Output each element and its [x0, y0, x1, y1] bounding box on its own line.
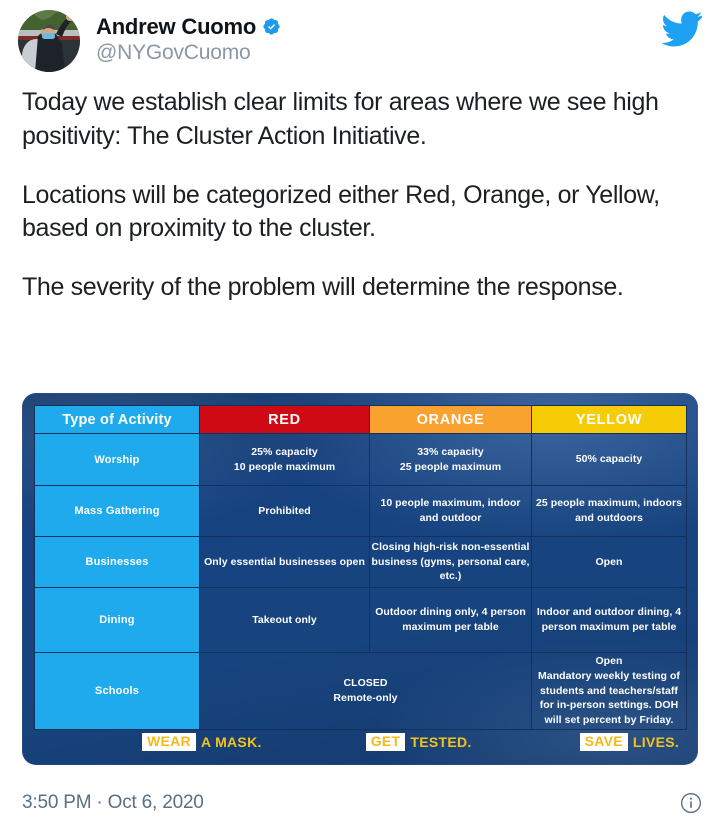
tweet-header: Andrew Cuomo @NYGovCuomo — [0, 0, 720, 80]
slogan-get-tested: GET TESTED. — [365, 732, 472, 752]
table-row: Schools CLOSED Remote-only Open Mandatory … — [34, 652, 687, 730]
cell-schools-red-orange-merged: CLOSED Remote-only — [199, 652, 532, 730]
row-label-dining: Dining — [34, 587, 200, 653]
table-row: Worship 25% capacity 10 people maximum 33… — [34, 433, 687, 486]
cell-dining-red: Takeout only — [199, 587, 370, 653]
slogan-save-lives: SAVE LIVES. — [579, 732, 680, 752]
slogan-rest-a-mask: A MASK. — [200, 733, 262, 750]
cell-dining-yellow: Indoor and outdoor dining, 4 person maxi… — [531, 587, 687, 653]
row-label-worship: Worship — [34, 433, 200, 486]
cell-businesses-red: Only essential businesses open — [199, 536, 370, 588]
display-name[interactable]: Andrew Cuomo — [96, 14, 256, 40]
cell-worship-red: 25% capacity 10 people maximum — [199, 433, 370, 486]
tweet-card: Andrew Cuomo @NYGovCuomo Today we establ… — [0, 0, 720, 826]
tweet-paragraph-1: Today we establish clear limits for area… — [22, 88, 659, 150]
tweet-footer: 3:50 PM · Oct 6, 2020 — [0, 780, 720, 826]
column-header-yellow: YELLOW — [531, 405, 687, 434]
table-header-row: Type of Activity RED ORANGE YELLOW — [34, 405, 687, 434]
cell-mass-gathering-yellow: 25 people maximum, indoors and outdoors — [531, 485, 687, 537]
column-header-orange: ORANGE — [369, 405, 532, 434]
cell-dining-orange: Outdoor dining only, 4 person maximum pe… — [369, 587, 532, 653]
slogan-rest-tested: TESTED. — [410, 733, 472, 750]
cell-businesses-orange: Closing high-risk non-essential business… — [369, 536, 532, 588]
slogan-rest-lives: LIVES. — [632, 733, 680, 750]
tweet-timestamp[interactable]: 3:50 PM · Oct 6, 2020 — [22, 792, 204, 814]
row-label-schools: Schools — [34, 652, 200, 730]
avatar[interactable] — [18, 10, 80, 72]
twitter-bird-icon[interactable] — [660, 10, 704, 48]
table-row: Dining Takeout only Outdoor dining only,… — [34, 587, 687, 653]
cell-businesses-yellow: Open — [531, 536, 687, 588]
slogan-highlight-wear: WEAR — [142, 732, 196, 752]
tweet-paragraph-2: Locations will be categorized either Red… — [22, 180, 660, 243]
tweet-paragraph-3: The severity of the problem will determi… — [22, 273, 624, 301]
author-identity: Andrew Cuomo @NYGovCuomo — [96, 10, 281, 66]
slogan-highlight-get: GET — [365, 732, 406, 752]
row-label-mass-gathering: Mass Gathering — [34, 485, 200, 537]
table-row: Mass Gathering Prohibited 10 people maxi… — [34, 485, 687, 537]
cell-schools-yellow: Open Mandatory weekly testing of students… — [531, 652, 687, 730]
cell-worship-orange: 33% capacity 25 people maximum — [369, 433, 532, 486]
chart-inner: Type of Activity RED ORANGE YELLOW Worsh… — [34, 405, 687, 765]
tweet-text: Today we establish clear limits for area… — [0, 80, 720, 305]
table-row: Businesses Only essential businesses ope… — [34, 536, 687, 588]
cell-mass-gathering-red: Prohibited — [199, 485, 370, 537]
cell-worship-yellow: 50% capacity — [531, 433, 687, 486]
column-header-activity: Type of Activity — [34, 405, 200, 434]
public-health-slogan-banner: WEAR A MASK. GET TESTED. SAVE LIVES. — [46, 729, 679, 755]
column-header-red: RED — [199, 405, 370, 434]
slogan-highlight-save: SAVE — [579, 732, 628, 752]
slogan-wear-a-mask: WEAR A MASK. — [142, 732, 262, 752]
verified-badge-icon — [262, 17, 281, 36]
info-circle-icon[interactable] — [680, 792, 702, 814]
row-label-businesses: Businesses — [34, 536, 200, 588]
tweet-image-cluster-action-chart[interactable]: Type of Activity RED ORANGE YELLOW Worsh… — [22, 393, 698, 765]
display-name-row: Andrew Cuomo — [96, 14, 281, 40]
author-handle[interactable]: @NYGovCuomo — [96, 41, 281, 66]
cluster-restrictions-table: Type of Activity RED ORANGE YELLOW Worsh… — [34, 405, 687, 730]
cell-mass-gathering-orange: 10 people maximum, indoor and outdoor — [369, 485, 532, 537]
